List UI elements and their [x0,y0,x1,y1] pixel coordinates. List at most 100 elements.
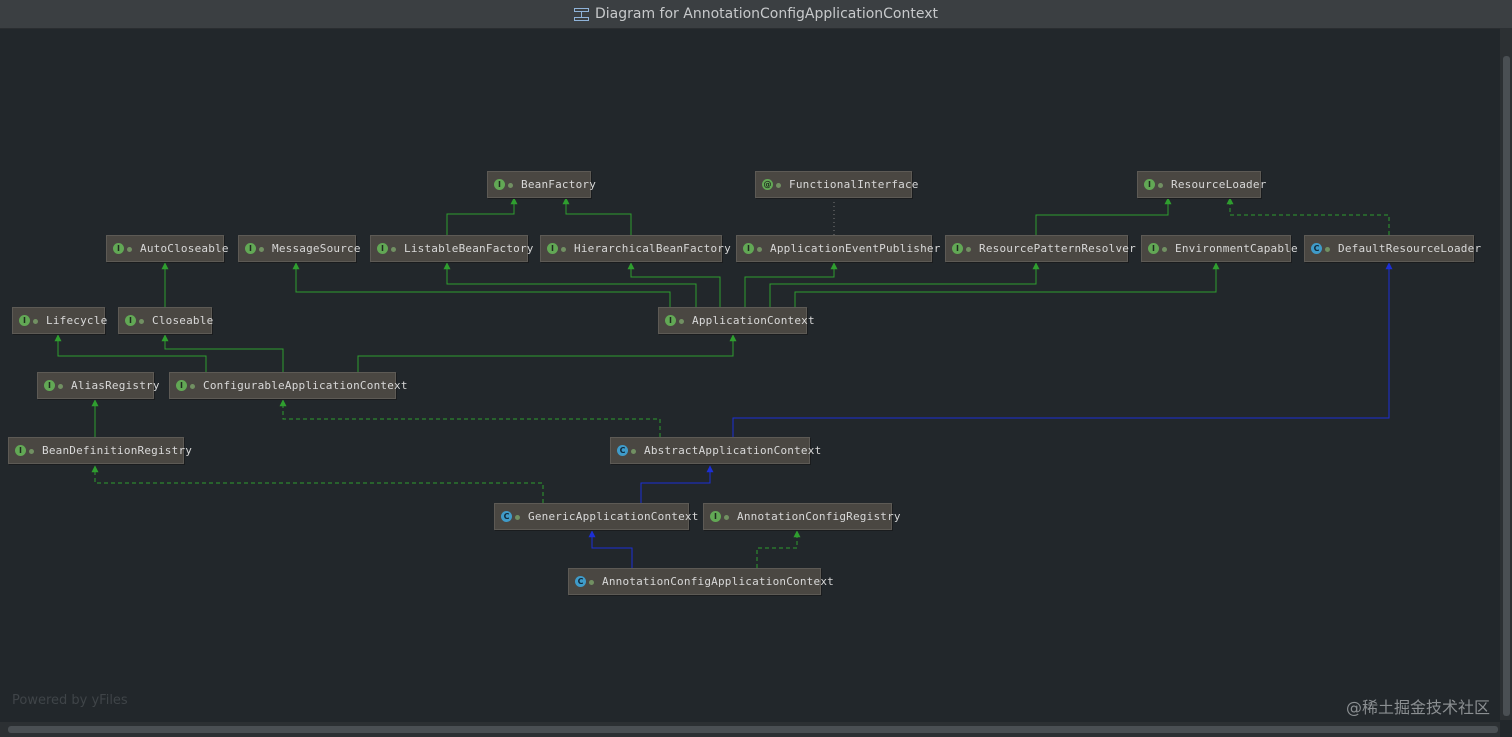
node-label: BeanDefinitionRegistry [42,444,193,457]
interface-icon: I [1148,243,1159,254]
edge-applicationcontext-resourcepatternresolver [769,262,1040,307]
public-visibility-icon [561,246,567,252]
interface-icon: I [547,243,558,254]
class-icon: C [575,576,586,587]
public-visibility-icon [259,246,265,252]
edge-applicationcontext-applicationeventpublisher [744,262,838,307]
public-visibility-icon [29,448,35,454]
node-genericapplicationcontext[interactable]: C GenericApplicationContext [494,503,698,530]
node-label: GenericApplicationContext [528,510,699,523]
edge-applicationcontext-messagesource [292,262,671,307]
node-messagesource[interactable]: I MessageSource [238,235,361,262]
edge-configurable-applicationcontext [357,334,737,372]
vertical-scrollbar-thumb[interactable] [1503,56,1510,716]
watermark: @稀土掘金技术社区 [1345,698,1490,717]
node-beanfactory[interactable]: I BeanFactory [487,171,596,198]
powered-by-label: Powered by yFiles [12,693,128,708]
node-configurableapplicationcontext[interactable]: I ConfigurableApplicationContext [169,372,407,399]
public-visibility-icon [127,246,133,252]
interface-icon: I [494,179,505,190]
edge-applicationcontext-hierarchicalbeanfactory [627,262,721,307]
edge-applicationcontext-environmentcapable [794,262,1220,307]
horizontal-scrollbar[interactable] [0,722,1500,737]
public-visibility-icon [508,182,514,188]
interface-icon: I [245,243,256,254]
node-lifecycle[interactable]: I Lifecycle [12,307,108,334]
interface-icon: I [125,315,136,326]
vertical-scrollbar[interactable] [1500,28,1512,720]
interface-icon: I [952,243,963,254]
annotation-icon: @ [762,179,773,190]
interface-icon: I [44,380,55,391]
node-applicationcontext[interactable]: I ApplicationContext [658,307,815,334]
node-annotationconfigapplicationcontext[interactable]: C AnnotationConfigApplicationContext [568,568,834,595]
public-visibility-icon [515,514,521,520]
public-visibility-icon [33,318,39,324]
interface-icon: I [19,315,30,326]
node-label: ApplicationContext [692,314,815,327]
interface-icon: I [665,315,676,326]
node-abstractapplicationcontext[interactable]: C AbstractApplicationContext [610,437,821,464]
node-label: AbstractApplicationContext [644,444,822,457]
node-annotationconfigregistry[interactable]: I AnnotationConfigRegistry [703,503,901,530]
node-listablebeanfactory[interactable]: I ListableBeanFactory [370,235,533,262]
node-label: ApplicationEventPublisher [770,242,941,255]
public-visibility-icon [1325,246,1331,252]
node-hierarchicalbeanfactory[interactable]: I HierarchicalBeanFactory [540,235,731,262]
node-aliasregistry[interactable]: I AliasRegistry [37,372,160,399]
node-label: ResourceLoader [1171,178,1267,191]
node-label: AnnotationConfigApplicationContext [602,575,834,588]
edge-applicationcontext-listablebeanfactory [443,262,697,307]
node-label: ListableBeanFactory [404,242,534,255]
public-visibility-icon [190,383,196,389]
node-label: EnvironmentCapable [1175,242,1298,255]
node-beandefinitionregistry[interactable]: I BeanDefinitionRegistry [8,437,192,464]
interface-icon: I [15,445,26,456]
node-label: AnnotationConfigRegistry [737,510,901,523]
horizontal-scrollbar-thumb[interactable] [8,726,1498,733]
edge-configurable-lifecycle [54,334,207,372]
edge-defaultresourceloader-resourceloader [1226,197,1390,235]
node-label: BeanFactory [521,178,597,191]
edge-hierarchicalbeanfactory-beanfactory [562,197,632,235]
node-autocloseable[interactable]: I AutoCloseable [106,235,229,262]
edge-abstract-defaultresourceloader [732,262,1393,437]
node-label: ResourcePatternResolver [979,242,1136,255]
edge-abstract-configurable [279,399,661,437]
interface-icon: I [1144,179,1155,190]
public-visibility-icon [776,182,782,188]
interface-icon: I [176,380,187,391]
node-label: AliasRegistry [71,379,160,392]
node-resourcepatternresolver[interactable]: I ResourcePatternResolver [945,235,1136,262]
edge-resourcepatternresolver-resourceloader [1035,197,1172,235]
class-icon: C [501,511,512,522]
public-visibility-icon [724,514,730,520]
public-visibility-icon [391,246,397,252]
public-visibility-icon [589,579,595,585]
node-applicationeventpublisher[interactable]: I ApplicationEventPublisher [736,235,940,262]
node-label: DefaultResourceLoader [1338,242,1482,255]
interface-icon: I [377,243,388,254]
node-resourceloader[interactable]: I ResourceLoader [1137,171,1266,198]
node-closeable[interactable]: I Closeable [118,307,214,334]
node-functionalinterface[interactable]: @ FunctionalInterface [755,171,918,198]
node-label: AutoCloseable [140,242,229,255]
node-environmentcapable[interactable]: I EnvironmentCapable [1141,235,1298,262]
public-visibility-icon [58,383,64,389]
edge-listablebeanfactory-beanfactory [446,197,518,235]
node-label: Lifecycle [46,314,108,327]
diagram-edges [54,197,1393,568]
public-visibility-icon [966,246,972,252]
node-label: HierarchicalBeanFactory [574,242,731,255]
node-label: MessageSource [272,242,361,255]
class-icon: C [1311,243,1322,254]
edge-configurable-closeable [161,334,284,372]
public-visibility-icon [1162,246,1168,252]
public-visibility-icon [1158,182,1164,188]
public-visibility-icon [139,318,145,324]
abstract-class-icon: C [617,445,628,456]
node-label: FunctionalInterface [789,178,919,191]
node-label: Closeable [152,314,214,327]
node-defaultresourceloader[interactable]: C DefaultResourceLoader [1304,235,1481,262]
public-visibility-icon [757,246,763,252]
